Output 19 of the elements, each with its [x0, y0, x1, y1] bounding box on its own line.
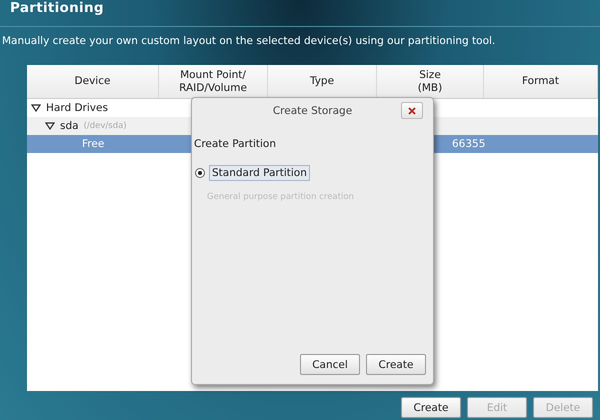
expander-icon[interactable] — [45, 122, 55, 130]
size-value: 66355 — [452, 138, 486, 150]
device-name[interactable]: sda — [60, 120, 79, 132]
close-icon — [408, 106, 416, 114]
description-text: Manually create your own custom layout on the selected device(s) using our partitioning tool. — [2, 34, 496, 48]
device-path: (/dev/sda) — [84, 121, 127, 131]
page-title: Partitioning — [10, 0, 105, 16]
action-button[interactable]: Create — [401, 397, 461, 418]
column-header[interactable]: Device — [27, 65, 159, 98]
dialog-button[interactable]: Create — [366, 354, 426, 375]
dialog-title: Create Storage — [272, 105, 352, 117]
option-label[interactable]: Standard Partition — [209, 165, 310, 181]
device-name[interactable]: Hard Drives — [46, 102, 108, 114]
section-heading: Create Partition — [194, 138, 277, 150]
close-button[interactable] — [401, 102, 423, 119]
radio-button[interactable] — [195, 168, 205, 178]
column-header[interactable]: Format — [484, 65, 598, 98]
expander-icon[interactable] — [31, 104, 41, 112]
dialog-button[interactable]: Cancel — [300, 354, 360, 375]
